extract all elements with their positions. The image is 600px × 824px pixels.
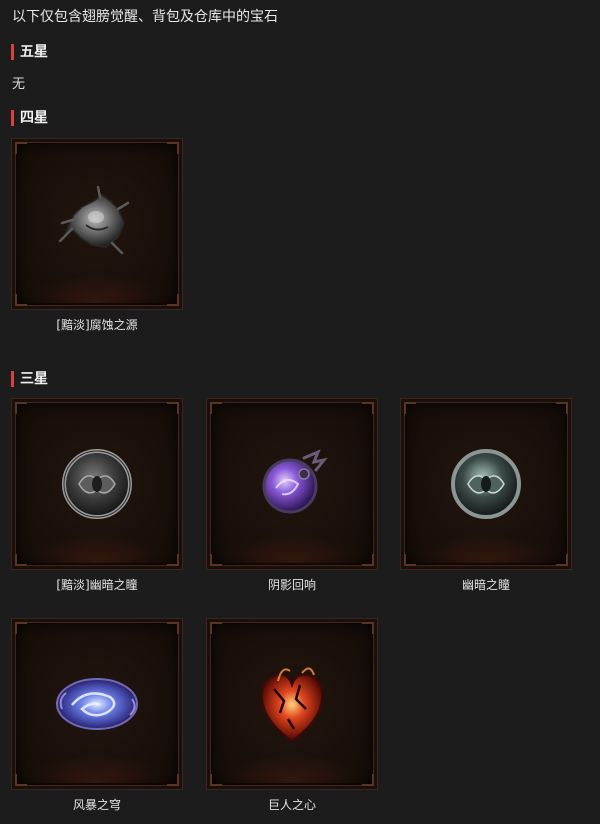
gem-frame [11,398,183,570]
gem-card-corruption-source[interactable]: [黯淡]腐蚀之源 [11,138,183,333]
gem-list-page: 以下仅包含翅膀觉醒、背包及仓库中的宝石 五星 无 四星 [黯淡]腐蚀之源 三星 … [0,0,600,824]
gem-name: 幽暗之瞳 [461,578,510,592]
storm-dome-gem-icon [56,678,138,730]
gem-frame [206,618,378,790]
gem-card-dim-dark-eye[interactable]: [黯淡]幽暗之瞳 [11,398,183,593]
dark-eye-gem-icon [451,449,521,519]
gem-frame [11,618,183,790]
gem-name: 阴影回响 [267,578,316,592]
section-title-three-star: 三星 [11,370,48,388]
gem-name: 巨人之心 [267,798,316,812]
gem-card-giant-heart[interactable]: 巨人之心 [206,618,378,813]
gem-name: 风暴之穹 [72,798,121,812]
gem-name: [黯淡]腐蚀之源 [56,318,138,332]
gem-name: [黯淡]幽暗之瞳 [56,578,138,592]
gem-frame [206,398,378,570]
section-title-five-star: 五星 [11,43,48,61]
intro-text: 以下仅包含翅膀觉醒、背包及仓库中的宝石 [12,9,278,25]
corruption-source-gem-icon [58,185,130,255]
gem-card-storm-dome[interactable]: 风暴之穹 [11,618,183,813]
gem-frame [400,398,572,570]
giant-heart-gem-icon [260,667,324,743]
shadow-echo-gem-icon [262,449,328,514]
gem-card-dark-eye[interactable]: 幽暗之瞳 [400,398,572,593]
dim-dark-eye-gem-icon [62,449,132,519]
five-star-empty-text: 无 [12,77,26,92]
gem-card-shadow-echo[interactable]: 阴影回响 [206,398,378,593]
gem-frame [11,138,183,310]
section-title-four-star: 四星 [11,109,48,127]
